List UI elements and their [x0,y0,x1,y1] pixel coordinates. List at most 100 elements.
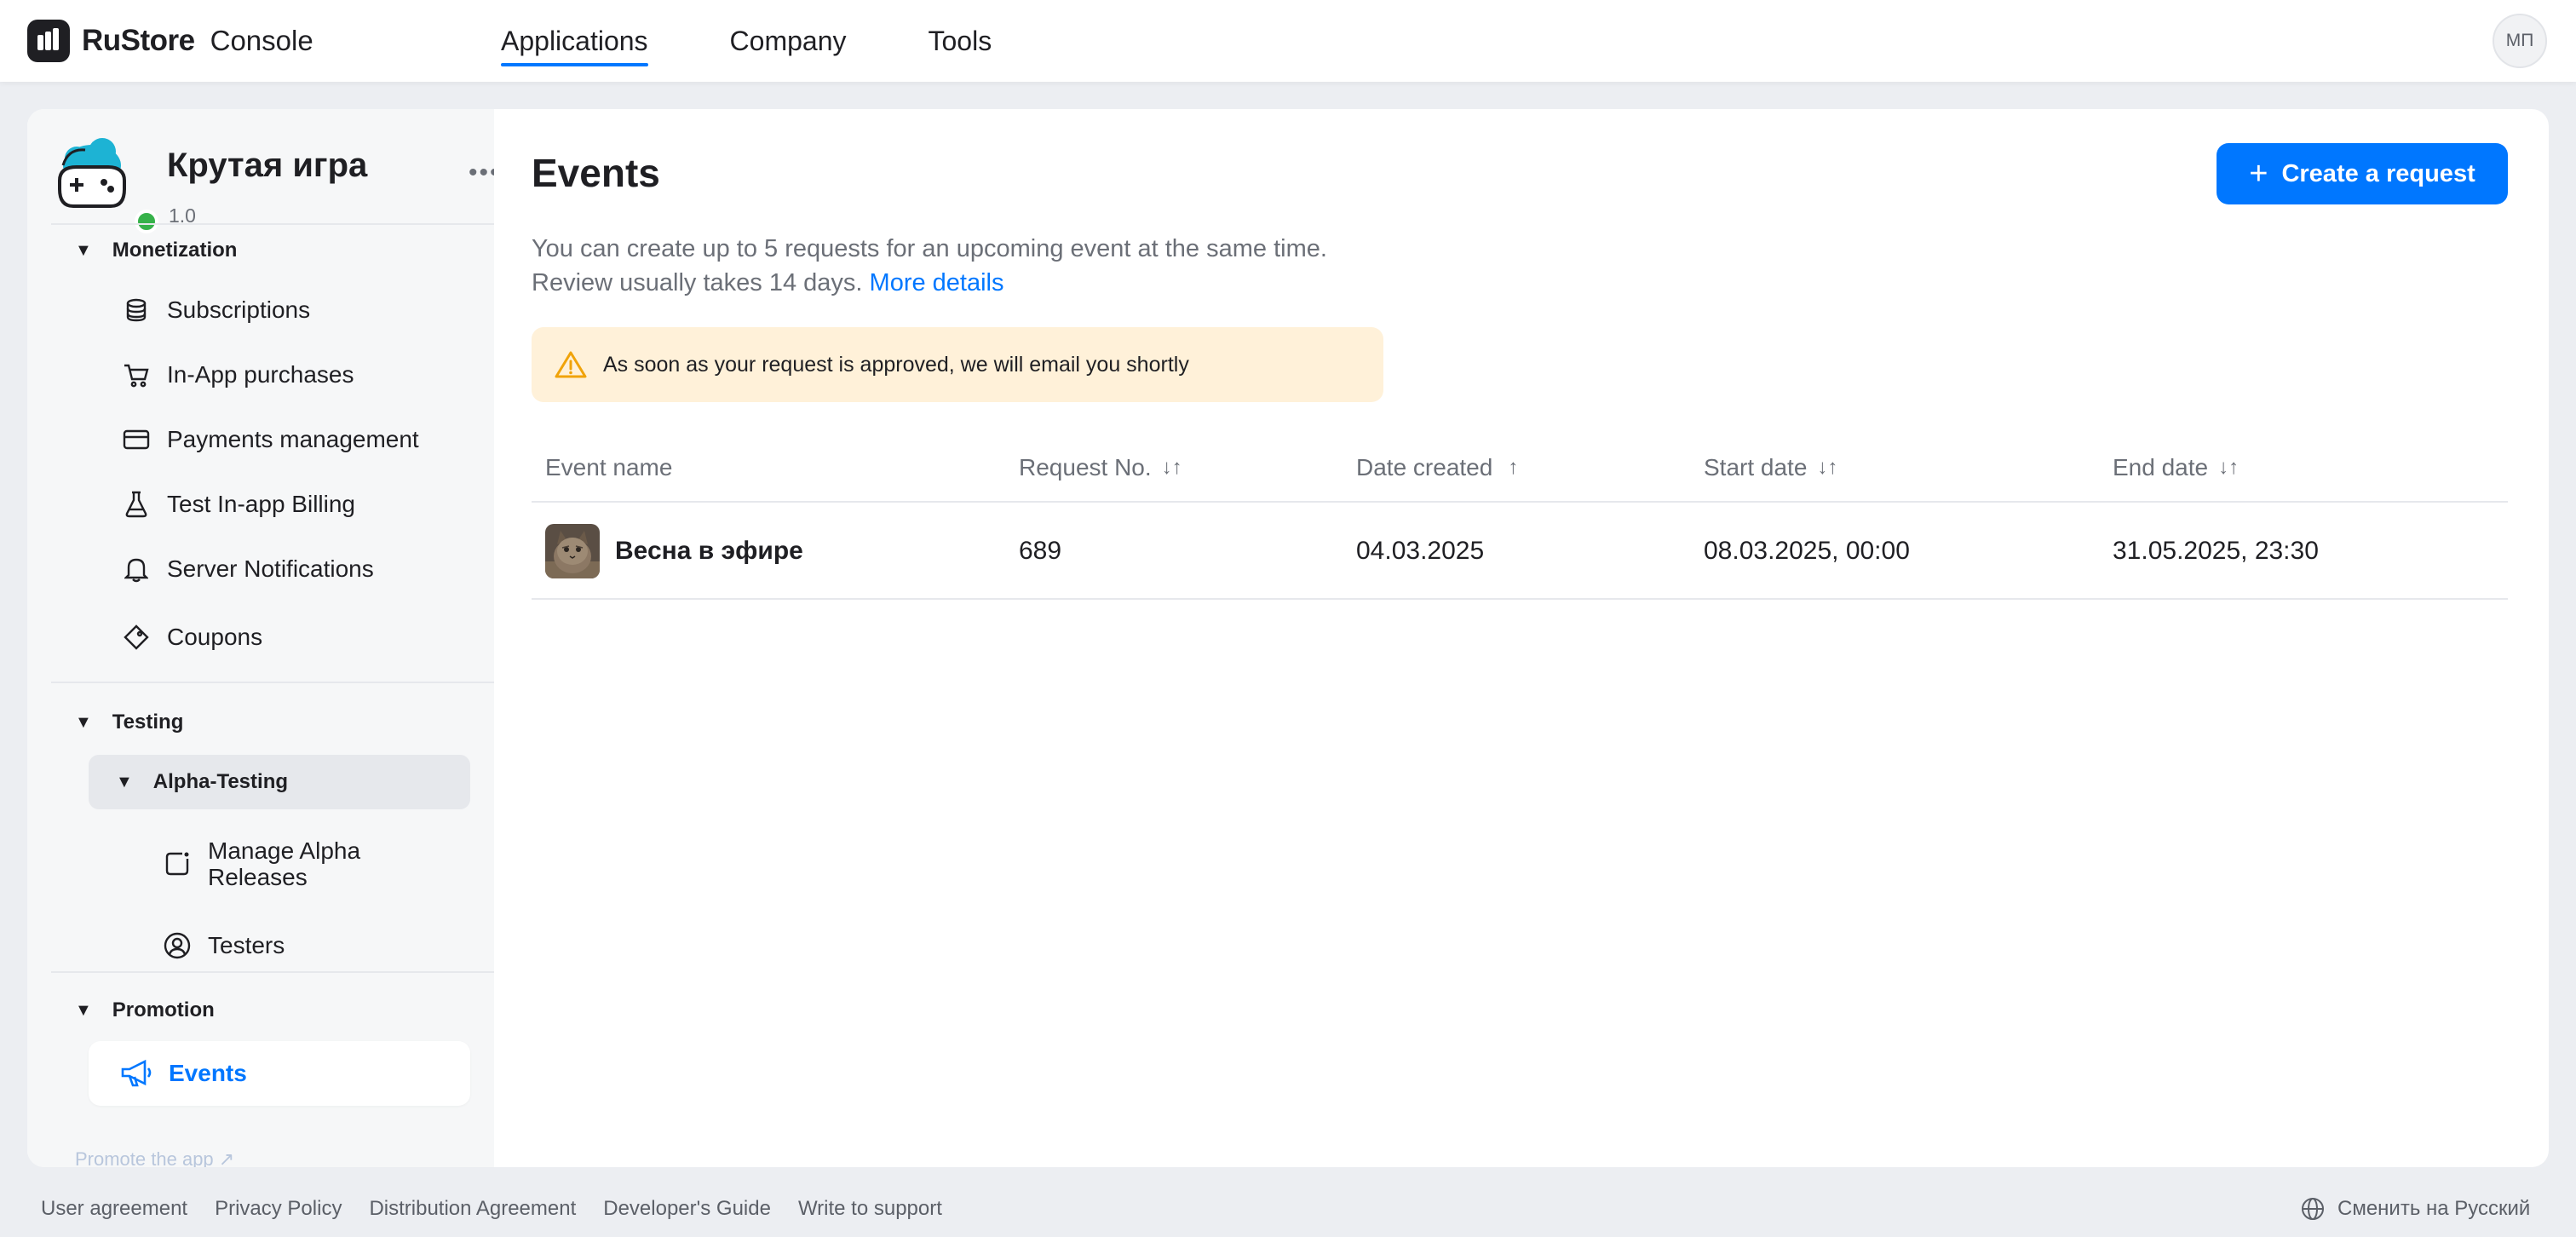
main-card: Крутая игра 1.0 ••• ▼ Monetization Subsc… [27,109,2549,1167]
brand-name: RuStore [82,24,195,57]
approval-notice: As soon as your request is approved, we … [532,327,1383,402]
column-start-date[interactable]: Start date ↓↑ [1704,433,1837,503]
divider [51,682,494,683]
footer-link-write-to-support[interactable]: Write to support [798,1197,942,1221]
column-label: Date created [1356,454,1493,480]
column-end-date[interactable]: End date ↓↑ [2113,433,2239,503]
collapse-triangle-icon: ▼ [75,712,92,732]
more-options-icon[interactable]: ••• [469,158,494,187]
cell-start-date: 08.03.2025, 00:00 [1704,537,1910,565]
column-request-no[interactable]: Request No. ↓↑ [1019,433,1182,503]
footer-link-developers-guide[interactable]: Developer's Guide [603,1197,771,1221]
nav-company[interactable]: Company [730,0,847,82]
sidebar-item-label: In-App purchases [167,361,354,388]
flask-icon [121,489,152,520]
divider [51,223,494,225]
tag-icon [121,622,152,653]
sidebar-item-label: Server Notifications [167,555,374,582]
sidebar-item-label: Subscriptions [167,296,311,323]
section-monetization[interactable]: ▼ Monetization [75,235,237,266]
globe-icon [2300,1196,2326,1222]
footer: User agreement Privacy Policy Distributi… [0,1181,2576,1237]
column-label: End date [2113,454,2209,480]
intro-line-1: You can create up to 5 requests for an u… [532,235,1327,262]
column-label: Start date [1704,454,1808,480]
divider [51,971,494,973]
column-date-created[interactable]: Date created ↑ [1356,433,1518,503]
subgroup-label: Alpha-Testing [152,770,289,793]
section-promotion[interactable]: ▼ Promotion [75,995,215,1026]
nav-tools[interactable]: Tools [929,0,992,82]
sidebar-item-payments-management[interactable]: Payments management [121,419,419,460]
sidebar-item-test-in-app-billing[interactable]: Test In-app Billing [121,484,355,525]
intro-text: You can create up to 5 requests for an u… [532,232,1327,300]
user-avatar[interactable]: МП [2493,14,2547,68]
sidebar-item-manage-alpha-releases[interactable]: Manage Alpha Releases [162,823,395,905]
notice-text: As soon as your request is approved, we … [603,352,1189,377]
sidebar-item-events[interactable]: Events [89,1041,470,1106]
cell-event-name: Весна в эфире [545,503,803,600]
release-icon [162,849,193,879]
brand[interactable]: RuStore Console [27,19,313,63]
collapse-triangle-icon: ▼ [75,240,92,260]
collapse-triangle-icon: ▼ [116,772,133,791]
main-nav: Applications Company Tools [501,0,1073,82]
create-request-button[interactable]: + Create a request [2217,143,2508,204]
event-thumbnail [545,524,600,578]
sort-icon[interactable]: ↓↑ [1817,456,1837,480]
event-name: Весна в эфире [615,537,803,565]
cell-end-date: 31.05.2025, 23:30 [2113,537,2319,565]
column-label: Request No. [1019,454,1152,480]
events-table: Event name Request No. ↓↑ Date created ↑… [532,433,2508,600]
collapse-triangle-icon: ▼ [75,1000,92,1020]
sidebar-item-label: Payments management [167,426,419,452]
top-navigation-bar: RuStore Console Applications Company Too… [0,0,2576,82]
sidebar-item-testers[interactable]: Testers [162,925,285,966]
table-row[interactable]: Весна в эфире 689 04.03.2025 08.03.2025,… [532,503,2508,600]
sidebar-item-subscriptions[interactable]: Subscriptions [121,290,310,331]
section-label: Promotion [112,998,215,1021]
footer-link-distribution-agreement[interactable]: Distribution Agreement [369,1197,576,1221]
cell-request-no: 689 [1019,537,1062,565]
sort-icon[interactable]: ↓↑ [2218,456,2239,480]
language-switch-label: Сменить на Русский [2337,1197,2531,1220]
section-testing[interactable]: ▼ Testing [75,707,183,738]
sidebar-item-in-app-purchases[interactable]: In-App purchases [121,354,354,395]
sidebar-item-label: Test In-app Billing [167,491,356,517]
app-status-indicator [135,210,158,233]
megaphone-icon [119,1056,153,1090]
app-title: Крутая игра [167,147,368,184]
section-label: Testing [112,711,184,734]
footer-link-privacy-policy[interactable]: Privacy Policy [215,1197,342,1221]
sort-ascending-icon[interactable]: ↑ [1508,456,1518,480]
cell-date-created: 04.03.2025 [1356,537,1485,565]
external-link-icon: ↗ [218,1148,235,1167]
footer-links: User agreement Privacy Policy Distributi… [41,1181,969,1237]
language-switch[interactable]: Сменить на Русский [2300,1181,2530,1237]
warning-icon [554,348,588,382]
content-area: Events + Create a request You can create… [494,109,2549,1167]
sidebar-item-coupons[interactable]: Coupons [121,617,262,658]
sort-icon[interactable]: ↓↑ [1162,456,1182,480]
intro-line-2-text: Review usually takes 14 days. [532,269,863,296]
database-icon [121,295,152,325]
rustore-logo-icon [27,20,70,62]
promote-app-link[interactable]: Promote the app ↗ [75,1148,234,1167]
sidebar: Крутая игра 1.0 ••• ▼ Monetization Subsc… [27,109,494,1167]
card-icon [121,424,152,455]
page-title: Events [532,151,660,195]
user-circle-icon [162,930,193,961]
section-label: Monetization [112,239,238,262]
promote-app-label: Promote the app [75,1148,214,1167]
sidebar-item-label: Coupons [167,624,263,650]
bell-icon [121,554,152,584]
subgroup-alpha-testing[interactable]: ▼ Alpha-Testing [89,755,470,809]
more-details-link[interactable]: More details [870,269,1004,296]
plus-icon: + [2249,156,2268,192]
sidebar-item-server-notifications[interactable]: Server Notifications [121,549,374,590]
footer-link-user-agreement[interactable]: User agreement [41,1197,187,1221]
intro-line-2: Review usually takes 14 days. More detai… [532,266,1327,300]
sidebar-item-label: Testers [208,932,285,958]
nav-applications[interactable]: Applications [501,0,648,82]
create-request-label: Create a request [2281,159,2475,187]
